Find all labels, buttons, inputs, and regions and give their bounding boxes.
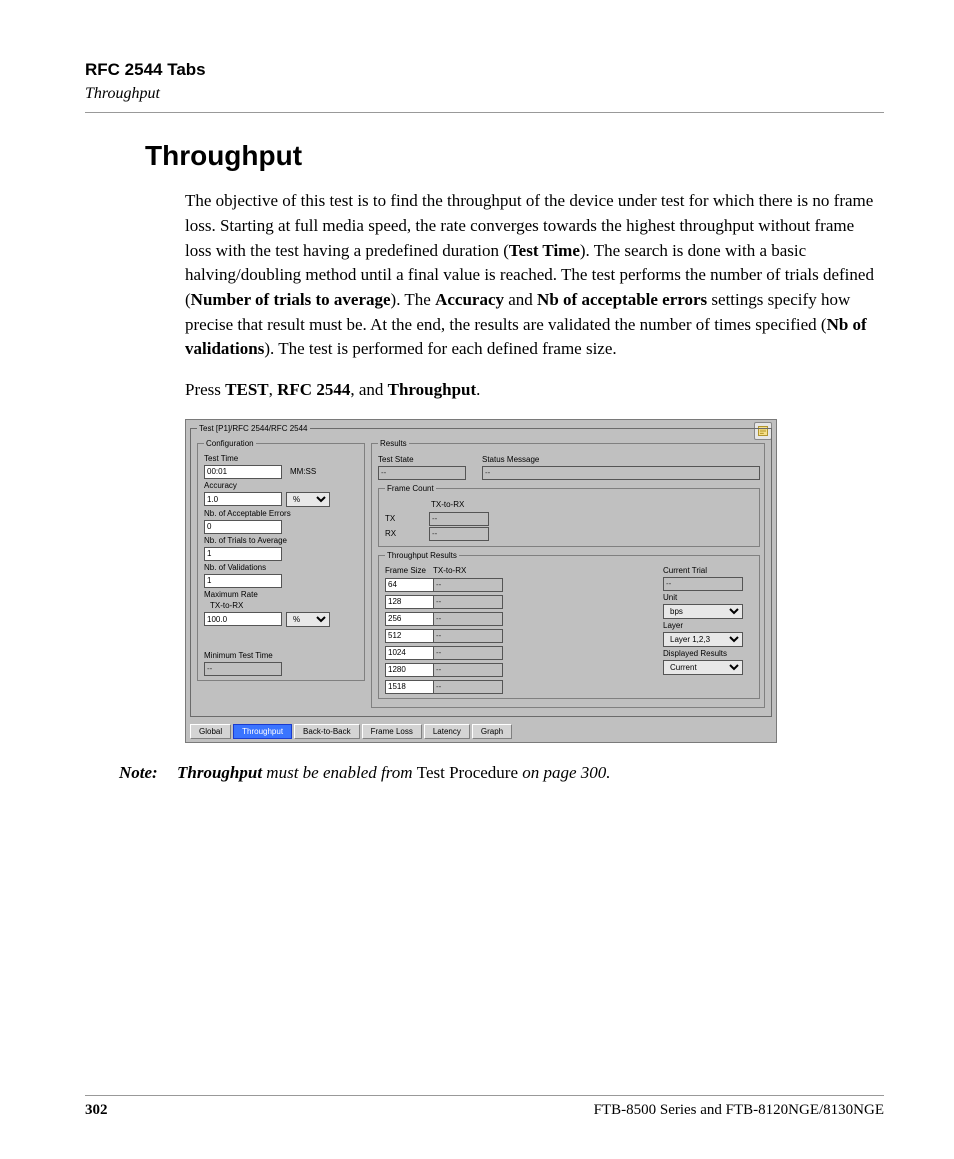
- accuracy-unit-select[interactable]: %: [286, 492, 330, 507]
- mmss-label: MM:SS: [290, 467, 316, 476]
- min-test-time-label: Minimum Test Time: [204, 651, 360, 660]
- nb-errors-label: Nb. of Acceptable Errors: [204, 509, 360, 518]
- frame-size-4[interactable]: [385, 646, 435, 660]
- note-label: Note:: [119, 761, 177, 785]
- tab-throughput[interactable]: Throughput: [233, 724, 292, 739]
- frame-size-2[interactable]: [385, 612, 435, 626]
- max-rate-label: Maximum Rate: [204, 590, 360, 599]
- configuration-group: Configuration Test Time MM:SS Accuracy %…: [197, 439, 365, 681]
- test-time-label: Test Time: [204, 454, 360, 463]
- tab-graph[interactable]: Graph: [472, 724, 512, 739]
- frame-size-1[interactable]: [385, 595, 435, 609]
- frame-size-header: Frame Size: [385, 566, 429, 575]
- displayed-results-select[interactable]: Current: [663, 660, 743, 675]
- txrx-sublabel: TX-to-RX: [210, 601, 360, 610]
- max-rate-unit-select[interactable]: %: [286, 612, 330, 627]
- test-window: Test [P1]/RFC 2544/RFC 2544 Configuratio…: [190, 424, 772, 717]
- current-trial-value: --: [663, 577, 743, 591]
- page-footer: 302 FTB-8500 Series and FTB-8120NGE/8130…: [85, 1095, 884, 1119]
- current-trial-label: Current Trial: [663, 566, 755, 575]
- status-message-label: Status Message: [482, 455, 760, 464]
- nb-valid-label: Nb. of Validations: [204, 563, 360, 572]
- nb-trials-label: Nb. of Trials to Average: [204, 536, 360, 545]
- footer-rule: [85, 1095, 884, 1096]
- page-number: 302: [85, 1102, 108, 1119]
- rx-value: --: [429, 527, 489, 541]
- document-id: FTB-8500 Series and FTB-8120NGE/8130NGE: [594, 1102, 884, 1119]
- thr-value-1: --: [433, 595, 503, 609]
- header-rule: [85, 112, 884, 113]
- thr-value-5: --: [433, 663, 503, 677]
- frame-size-5[interactable]: [385, 663, 435, 677]
- displayed-results-label: Displayed Results: [663, 649, 755, 658]
- test-time-input[interactable]: [204, 465, 282, 479]
- tab-frame-loss[interactable]: Frame Loss: [362, 724, 422, 739]
- min-test-time-value: --: [204, 662, 282, 676]
- thr-value-4: --: [433, 646, 503, 660]
- layer-select[interactable]: Layer 1,2,3: [663, 632, 743, 647]
- thr-value-2: --: [433, 612, 503, 626]
- throughput-results-group: Throughput Results Frame Size TX-to-RX -…: [378, 551, 760, 699]
- section-title: Throughput: [85, 84, 884, 103]
- running-header: RFC 2544 Tabs Throughput: [85, 60, 884, 104]
- nb-trials-input[interactable]: [204, 547, 282, 561]
- tx-label: TX: [385, 514, 425, 523]
- unit-label: Unit: [663, 593, 755, 602]
- accuracy-label: Accuracy: [204, 481, 360, 490]
- app-screenshot: Test [P1]/RFC 2544/RFC 2544 Configuratio…: [185, 419, 777, 743]
- thr-value-3: --: [433, 629, 503, 643]
- results-group: Results Test State -- Status Message --: [371, 439, 765, 708]
- throughput-table: Frame Size TX-to-RX -- -- -- -- -- -- --: [385, 566, 503, 694]
- frame-size-3[interactable]: [385, 629, 435, 643]
- chapter-title: RFC 2544 Tabs: [85, 60, 884, 80]
- window-legend: Test [P1]/RFC 2544/RFC 2544: [197, 424, 310, 433]
- note: Note: Throughput must be enabled from Te…: [119, 761, 884, 785]
- test-state-value: --: [378, 466, 466, 480]
- nb-errors-input[interactable]: [204, 520, 282, 534]
- thr-value-0: --: [433, 578, 503, 592]
- status-message-value: --: [482, 466, 760, 480]
- max-rate-input[interactable]: [204, 612, 282, 626]
- page-title: Throughput: [145, 141, 884, 172]
- test-state-label: Test State: [378, 455, 466, 464]
- layer-label: Layer: [663, 621, 755, 630]
- tab-bar: Global Throughput Back-to-Back Frame Los…: [186, 721, 776, 742]
- accuracy-input[interactable]: [204, 492, 282, 506]
- frame-size-0[interactable]: [385, 578, 435, 592]
- tx-value: --: [429, 512, 489, 526]
- note-text: Throughput must be enabled from Test Pro…: [177, 761, 611, 785]
- tab-latency[interactable]: Latency: [424, 724, 470, 739]
- tab-global[interactable]: Global: [190, 724, 231, 739]
- rx-label: RX: [385, 529, 425, 538]
- txrx-header: TX-to-RX: [433, 566, 503, 575]
- frame-count-group: Frame Count TX-to-RX TX-- RX--: [378, 484, 760, 547]
- frame-size-6[interactable]: [385, 680, 435, 694]
- nb-valid-input[interactable]: [204, 574, 282, 588]
- body-paragraph-2: Press TEST, RFC 2544, and Throughput.: [185, 378, 874, 403]
- body-paragraph-1: The objective of this test is to find th…: [185, 189, 874, 361]
- unit-select[interactable]: bps: [663, 604, 743, 619]
- thr-value-6: --: [433, 680, 503, 694]
- tab-back-to-back[interactable]: Back-to-Back: [294, 724, 360, 739]
